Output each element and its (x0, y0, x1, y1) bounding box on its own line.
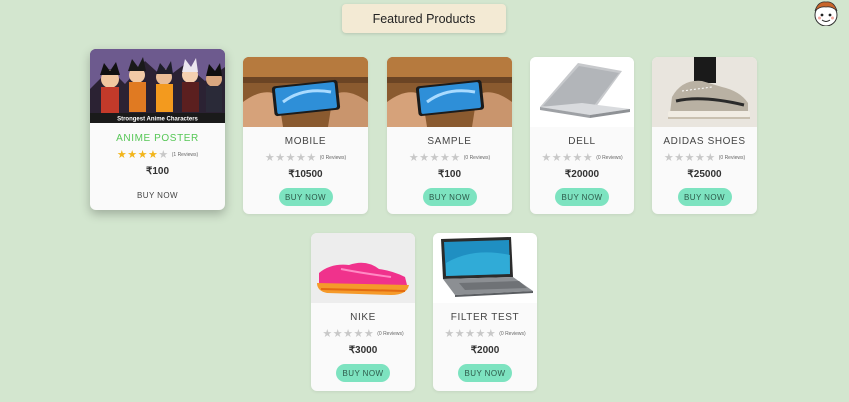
poster-caption: Strongest Anime Characters (117, 117, 198, 123)
product-name: DELL (568, 136, 596, 147)
rating: ★ ★ ★ ★ ★ (0 Reviews) (652, 152, 757, 164)
product-card-adidas-shoes[interactable]: ADIDAS SHOES ★ ★ ★ ★ ★ (0 Reviews) ₹2500… (652, 57, 757, 214)
star-icon: ★ (475, 327, 486, 340)
product-price: ₹25000 (687, 169, 722, 180)
anime-poster-image: Strongest Anime Characters (90, 49, 225, 123)
product-card-anime-poster[interactable]: Strongest Anime Characters ANIME POSTER … (90, 49, 225, 210)
star-icon: ★ (353, 327, 364, 340)
star-icon: ★ (127, 148, 138, 161)
star-icon: ★ (551, 151, 562, 164)
star-icon: ★ (158, 148, 169, 161)
laptop-open-image (433, 233, 537, 303)
star-icon: ★ (465, 327, 475, 340)
review-count: (1 Reviews) (171, 152, 199, 158)
rating: ★ ★ ★ ★ ★ (1 Reviews) (90, 149, 225, 161)
star-icon: ★ (444, 327, 455, 340)
star-icon: ★ (429, 151, 440, 164)
buy-now-button[interactable]: BUY NOW (278, 188, 333, 206)
review-count: (0 Reviews) (718, 155, 746, 161)
star-icon: ★ (306, 151, 317, 164)
rating: ★ ★ ★ ★ ★ (0 Reviews) (387, 152, 512, 164)
star-icon: ★ (562, 151, 572, 164)
star-icon: ★ (485, 327, 496, 340)
review-count: (0 Reviews) (319, 155, 347, 161)
review-count: (0 Reviews) (596, 155, 623, 161)
buy-now-button[interactable]: BUY NOW (131, 186, 185, 204)
section-title: Featured Products (342, 4, 506, 33)
star-icon: ★ (541, 151, 552, 164)
product-card-dell[interactable]: DELL ★ ★ ★ ★ ★ (0 Reviews) ₹20000 BUY NO… (530, 57, 634, 214)
star-icon: ★ (663, 151, 674, 164)
star-icon: ★ (343, 327, 353, 340)
rating: ★ ★ ★ ★ ★ (0 Reviews) (433, 328, 537, 340)
product-name: FILTER TEST (450, 312, 520, 323)
product-price: ₹10500 (288, 169, 323, 180)
star-icon: ★ (285, 151, 296, 164)
star-icon: ★ (705, 151, 716, 164)
star-icon: ★ (572, 151, 583, 164)
star-icon: ★ (674, 151, 685, 164)
star-icon: ★ (450, 151, 461, 164)
review-count: (0 Reviews) (377, 331, 404, 337)
buy-now-button[interactable]: BUY NOW (422, 188, 477, 206)
product-name: SAMPLE (427, 136, 472, 147)
sneaker-image (652, 57, 757, 127)
star-icon: ★ (363, 327, 374, 340)
star-icon: ★ (332, 327, 343, 340)
product-price: ₹2000 (470, 345, 500, 356)
product-price: ₹100 (145, 166, 170, 177)
product-name: ADIDAS SHOES (663, 136, 746, 147)
star-icon: ★ (116, 148, 127, 161)
product-card-sample[interactable]: SAMPLE ★ ★ ★ ★ ★ (0 Reviews) ₹100 BUY NO… (387, 57, 512, 214)
star-icon: ★ (694, 151, 705, 164)
product-card-nike[interactable]: NIKE ★ ★ ★ ★ ★ (0 Reviews) ₹3000 BUY NOW (311, 233, 415, 391)
star-icon: ★ (582, 151, 593, 164)
star-icon: ★ (684, 151, 695, 164)
buy-now-button[interactable]: BUY NOW (677, 188, 732, 206)
star-icon: ★ (275, 151, 286, 164)
star-icon: ★ (295, 151, 306, 164)
running-shoe-image (311, 233, 415, 303)
phone-in-hands-image (243, 57, 368, 127)
rating: ★ ★ ★ ★ ★ (0 Reviews) (311, 328, 415, 340)
product-name: NIKE (350, 312, 376, 323)
laptop-image (530, 57, 634, 127)
star-icon: ★ (408, 151, 419, 164)
review-count: (0 Reviews) (463, 155, 491, 161)
star-icon: ★ (137, 148, 148, 161)
star-icon: ★ (454, 327, 465, 340)
star-icon: ★ (439, 151, 450, 164)
star-icon: ★ (322, 327, 333, 340)
product-price: ₹20000 (564, 169, 600, 180)
product-price: ₹100 (437, 169, 462, 180)
product-price: ₹3000 (348, 345, 378, 356)
star-icon: ★ (147, 148, 158, 161)
buy-now-button[interactable]: BUY NOW (336, 364, 390, 382)
product-name: MOBILE (284, 136, 327, 147)
buy-now-button[interactable]: BUY NOW (458, 364, 512, 382)
rating: ★ ★ ★ ★ ★ (0 Reviews) (243, 152, 368, 164)
star-icon: ★ (264, 151, 275, 164)
buy-now-button[interactable]: BUY NOW (555, 188, 609, 206)
rating: ★ ★ ★ ★ ★ (0 Reviews) (530, 152, 634, 164)
product-card-filter-test[interactable]: FILTER TEST ★ ★ ★ ★ ★ (0 Reviews) ₹2000 … (433, 233, 537, 391)
product-name: ANIME POSTER (116, 133, 199, 144)
phone-in-hands-image (387, 57, 512, 127)
section-title-text: Featured Products (372, 11, 476, 26)
user-avatar[interactable] (812, 0, 840, 27)
star-icon: ★ (419, 151, 430, 164)
product-card-mobile[interactable]: MOBILE ★ ★ ★ ★ ★ (0 Reviews) ₹10500 BUY … (243, 57, 368, 214)
avatar-icon (814, 1, 838, 27)
review-count: (0 Reviews) (499, 331, 526, 337)
